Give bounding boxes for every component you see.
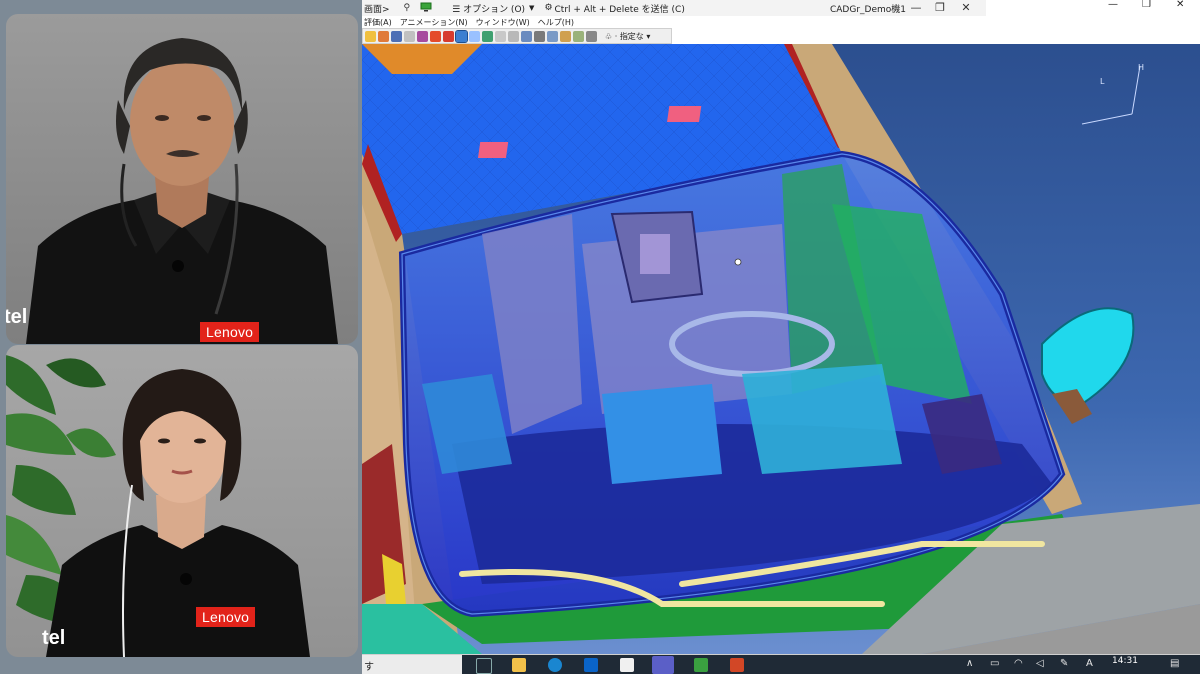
paint-icon[interactable]: [443, 30, 454, 42]
outlook-icon[interactable]: [584, 658, 598, 672]
cad-toolbar: ♧ · 指定な ▾: [362, 28, 672, 44]
windows-taskbar: す ∧ ▭ ◠ ◁ ✎ A 14:31 ▤: [362, 654, 1200, 674]
keyboard-icon: ⚙: [544, 3, 553, 13]
lenovo-logo-badge: Lenovo: [196, 607, 256, 627]
menu-item-window[interactable]: ウィンドウ(W): [476, 17, 530, 28]
app-menu-bar: 評価(A) アニメーション(N) ウィンドウ(W) ヘルプ(H): [362, 16, 1200, 28]
car-model-render[interactable]: L H: [362, 44, 1200, 654]
cursor-icon[interactable]: [469, 30, 480, 42]
presenter-2-video: [6, 355, 310, 657]
task-view-icon[interactable]: [476, 658, 492, 674]
pin-icon[interactable]: ⚲: [404, 3, 411, 13]
teams-icon[interactable]: [652, 656, 674, 674]
volume-icon[interactable]: ◁: [1036, 658, 1044, 669]
remote-connection-bar: 画面> ⚲ ☰ オプション (O) ▼ ⚙ Ctrl + Alt + Delet…: [362, 0, 986, 17]
annotate-icon[interactable]: [560, 30, 571, 42]
pen-tray-icon[interactable]: ✎: [1060, 658, 1068, 669]
chevron-down-icon[interactable]: ▼: [529, 4, 534, 12]
pen-icon[interactable]: [391, 30, 402, 42]
close-icon[interactable]: ✕: [954, 0, 978, 16]
options-menu[interactable]: ☰ オプション (O): [452, 2, 525, 15]
axis-label-l: L: [1100, 77, 1105, 86]
send-ctrl-alt-del-button[interactable]: Ctrl + Alt + Delete を送信 (C): [555, 2, 685, 15]
battery-icon[interactable]: ▭: [990, 658, 999, 669]
restore-icon[interactable]: ❐: [928, 0, 952, 16]
intel-logo-text: tel: [6, 306, 28, 328]
section-icon[interactable]: [534, 30, 545, 42]
remote-desktop: 画面> ⚲ ☰ オプション (O) ▼ ⚙ Ctrl + Alt + Delet…: [362, 0, 1200, 674]
mouse-cursor-icon: [734, 258, 742, 266]
view-icon[interactable]: [573, 30, 584, 42]
lenovo-logo-badge: Lenovo: [200, 322, 260, 342]
intel-logo-text: tel: [42, 627, 66, 649]
menu-item-animation[interactable]: アニメーション(N): [400, 17, 468, 28]
taskbar-clock[interactable]: 14:31: [1112, 656, 1138, 666]
window-icon[interactable]: [620, 658, 634, 672]
taskbar-left-text: す: [364, 662, 374, 673]
session-label: 画面>: [364, 4, 390, 15]
taskbar-apps: ∧ ▭ ◠ ◁ ✎ A 14:31 ▤: [462, 655, 1200, 674]
edge-icon[interactable]: [548, 658, 562, 672]
filter-select-value: 指定な: [619, 31, 644, 41]
host-restore-icon[interactable]: ❐: [1142, 0, 1151, 12]
remote-window-title: CADGr_Demo機1: [829, 4, 906, 15]
light-icon[interactable]: [365, 30, 376, 42]
select-tool-icon[interactable]: [455, 29, 468, 43]
webcam-presenter-2: Lenovo tel: [6, 345, 358, 657]
host-minimize-icon[interactable]: —: [1108, 0, 1118, 12]
menu-item-evaluate[interactable]: 評価(A): [364, 17, 392, 28]
presenter-1-video: [26, 38, 338, 344]
filter-select[interactable]: ♧ · 指定な ▾: [605, 31, 650, 42]
move-icon[interactable]: [482, 30, 493, 42]
file-explorer-icon[interactable]: [512, 658, 526, 672]
cad-3d-viewport[interactable]: L H: [362, 44, 1200, 654]
webcam-presenter-1: Lenovo tel: [6, 14, 358, 344]
shape-icon[interactable]: [417, 30, 428, 42]
layers-icon[interactable]: [508, 30, 519, 42]
wifi-icon[interactable]: ◠: [1014, 658, 1023, 669]
host-close-icon[interactable]: ✕: [1176, 0, 1184, 12]
chevron-up-icon[interactable]: ∧: [966, 658, 973, 669]
axis-label-h: H: [1138, 63, 1144, 72]
ime-icon[interactable]: A: [1086, 658, 1093, 669]
minimize-icon[interactable]: —: [904, 0, 928, 16]
clip-icon[interactable]: [547, 30, 558, 42]
color-icon[interactable]: [430, 30, 441, 42]
notifications-icon[interactable]: ▤: [1170, 658, 1179, 669]
measure-icon[interactable]: [521, 30, 532, 42]
cloud-icon[interactable]: [694, 658, 708, 672]
render-icon[interactable]: [378, 30, 389, 42]
powerpoint-icon[interactable]: [730, 658, 744, 672]
menu-item-help[interactable]: ヘルプ(H): [538, 17, 574, 28]
gear-icon[interactable]: [404, 30, 415, 42]
monitor-icon[interactable]: [420, 2, 432, 15]
grid-icon[interactable]: [495, 30, 506, 42]
print-icon[interactable]: [586, 30, 597, 42]
